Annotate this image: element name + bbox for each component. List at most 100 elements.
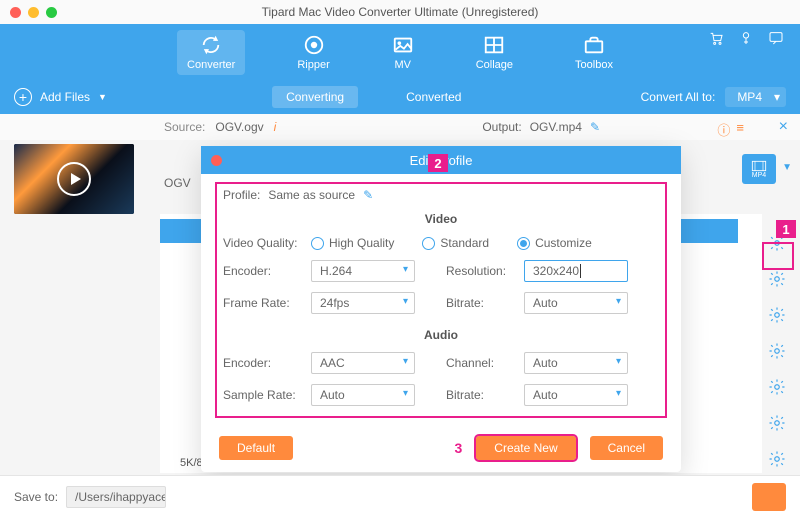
radio-standard[interactable]: Standard bbox=[422, 236, 489, 250]
profile-settings-gear[interactable] bbox=[768, 378, 786, 396]
clip-name: OGV bbox=[164, 176, 191, 190]
audio-section-title: Audio bbox=[223, 328, 659, 342]
convert-all-control: Convert All to: MP4 bbox=[641, 87, 786, 107]
bottom-bar: Save to: /Users/ihappyacet bbox=[0, 475, 800, 517]
edit-profile-modal: Edit Profile Profile: Same as source ✎ V… bbox=[201, 146, 681, 472]
nav-label: MV bbox=[394, 59, 411, 71]
tab-converting[interactable]: Converting bbox=[272, 86, 358, 108]
convert-all-button[interactable] bbox=[752, 483, 786, 511]
file-info-strip: Source: OGV.ogv i Output: OGV.mp4 ✎ bbox=[0, 114, 800, 140]
modal-close-button[interactable] bbox=[211, 155, 222, 166]
window-titlebar: Tipard Mac Video Converter Ultimate (Unr… bbox=[0, 0, 800, 24]
cart-icon[interactable] bbox=[708, 30, 724, 46]
resolution-value: 320x240 bbox=[533, 264, 581, 278]
key-icon[interactable] bbox=[738, 30, 754, 46]
callout-1: 1 bbox=[776, 220, 796, 238]
samplerate-select[interactable]: Auto bbox=[311, 384, 415, 406]
compress-icon[interactable]: ⓘ bbox=[717, 120, 730, 139]
profile-settings-gear[interactable] bbox=[768, 270, 786, 288]
samplerate-label: Sample Rate: bbox=[223, 388, 311, 402]
source-filename: OGV.ogv bbox=[215, 120, 263, 134]
save-path-input[interactable]: /Users/ihappyacet bbox=[66, 486, 166, 508]
info-icon[interactable]: i bbox=[274, 120, 277, 134]
channel-label: Channel: bbox=[446, 356, 524, 370]
framerate-select[interactable]: 24fps bbox=[311, 292, 415, 314]
callout-2: 2 bbox=[428, 154, 448, 172]
framerate-label: Frame Rate: bbox=[223, 296, 311, 310]
settings-small-icon[interactable]: ≡ bbox=[736, 120, 744, 139]
nav-tab-mv[interactable]: MV bbox=[382, 30, 424, 75]
video-thumbnail[interactable] bbox=[14, 144, 134, 214]
profile-settings-gear[interactable] bbox=[768, 342, 786, 360]
feedback-icon[interactable] bbox=[768, 30, 784, 46]
maximize-window-button[interactable] bbox=[46, 7, 57, 18]
close-window-button[interactable] bbox=[10, 7, 21, 18]
converter-icon bbox=[200, 34, 222, 56]
resolution-label: Resolution: bbox=[446, 264, 524, 278]
main-header: Converter Ripper MV Collage Toolbox bbox=[0, 24, 800, 80]
video-encoder-select[interactable]: H.264 bbox=[311, 260, 415, 282]
profile-settings-gear[interactable] bbox=[768, 306, 786, 324]
output-filename: OGV.mp4 bbox=[530, 120, 582, 134]
header-actions bbox=[708, 30, 784, 46]
chevron-down-icon: ▼ bbox=[98, 92, 107, 102]
window-title: Tipard Mac Video Converter Ultimate (Unr… bbox=[262, 5, 539, 19]
video-bitrate-select[interactable]: Auto bbox=[524, 292, 628, 314]
format-chevron-icon[interactable]: ▼ bbox=[782, 162, 792, 173]
video-section-title: Video bbox=[223, 212, 659, 226]
ripper-icon bbox=[303, 34, 325, 56]
callout-3: 3 bbox=[454, 440, 462, 456]
minimize-window-button[interactable] bbox=[28, 7, 39, 18]
audio-encoder-label: Encoder: bbox=[223, 356, 311, 370]
nav-label: Collage bbox=[476, 59, 513, 71]
convert-all-label: Convert All to: bbox=[641, 90, 716, 104]
radio-customize[interactable]: Customize bbox=[517, 236, 592, 250]
resolution-input[interactable]: 320x240 bbox=[524, 260, 628, 282]
plus-icon: + bbox=[14, 88, 32, 106]
pencil-icon[interactable]: ✎ bbox=[590, 120, 600, 134]
mv-icon bbox=[392, 34, 414, 56]
audio-encoder-select[interactable]: AAC bbox=[311, 352, 415, 374]
radio-high-quality[interactable]: High Quality bbox=[311, 236, 394, 250]
file-extra-actions: ⓘ ≡ bbox=[717, 120, 744, 139]
tab-converted[interactable]: Converted bbox=[392, 86, 475, 108]
radio-label: Customize bbox=[535, 236, 592, 250]
nav-tab-collage[interactable]: Collage bbox=[466, 30, 523, 75]
gear-highlight-box bbox=[762, 242, 794, 270]
profile-settings-gear[interactable] bbox=[768, 414, 786, 432]
source-label: Source: bbox=[164, 120, 205, 134]
format-chip-label: MP4 bbox=[752, 172, 766, 179]
nav-tab-converter[interactable]: Converter bbox=[177, 30, 245, 75]
play-icon bbox=[57, 162, 91, 196]
toolbox-icon bbox=[583, 34, 605, 56]
default-button[interactable]: Default bbox=[219, 436, 293, 460]
add-files-label: Add Files bbox=[40, 90, 90, 104]
profile-label: Profile: bbox=[223, 188, 260, 202]
nav-tab-ripper[interactable]: Ripper bbox=[287, 30, 339, 75]
video-encoder-label: Encoder: bbox=[223, 264, 311, 278]
radio-label: High Quality bbox=[329, 236, 394, 250]
save-to-label: Save to: bbox=[14, 490, 58, 504]
radio-label: Standard bbox=[440, 236, 489, 250]
profile-settings-gear[interactable] bbox=[768, 450, 786, 468]
nav-label: Toolbox bbox=[575, 59, 613, 71]
nav-tab-toolbox[interactable]: Toolbox bbox=[565, 30, 623, 75]
film-icon bbox=[751, 160, 767, 172]
profile-value: Same as source bbox=[268, 188, 355, 202]
create-new-button[interactable]: Create New bbox=[476, 436, 575, 460]
nav-label: Converter bbox=[187, 59, 235, 71]
convert-all-dropdown[interactable]: MP4 bbox=[725, 87, 786, 107]
channel-select[interactable]: Auto bbox=[524, 352, 628, 374]
add-files-button[interactable]: + Add Files ▼ bbox=[14, 88, 107, 106]
nav-label: Ripper bbox=[297, 59, 329, 71]
remove-file-button[interactable]: × bbox=[779, 118, 788, 136]
video-quality-label: Video Quality: bbox=[223, 236, 311, 250]
sub-header: + Add Files ▼ Converting Converted Conve… bbox=[0, 80, 800, 114]
output-format-chip[interactable]: MP4 bbox=[742, 154, 776, 184]
settings-highlight-box: Profile: Same as source ✎ Video Video Qu… bbox=[215, 182, 667, 418]
audio-bitrate-select[interactable]: Auto bbox=[524, 384, 628, 406]
video-bitrate-label: Bitrate: bbox=[446, 296, 524, 310]
cancel-button[interactable]: Cancel bbox=[590, 436, 663, 460]
pencil-icon[interactable]: ✎ bbox=[363, 188, 373, 202]
traffic-lights bbox=[10, 7, 57, 18]
